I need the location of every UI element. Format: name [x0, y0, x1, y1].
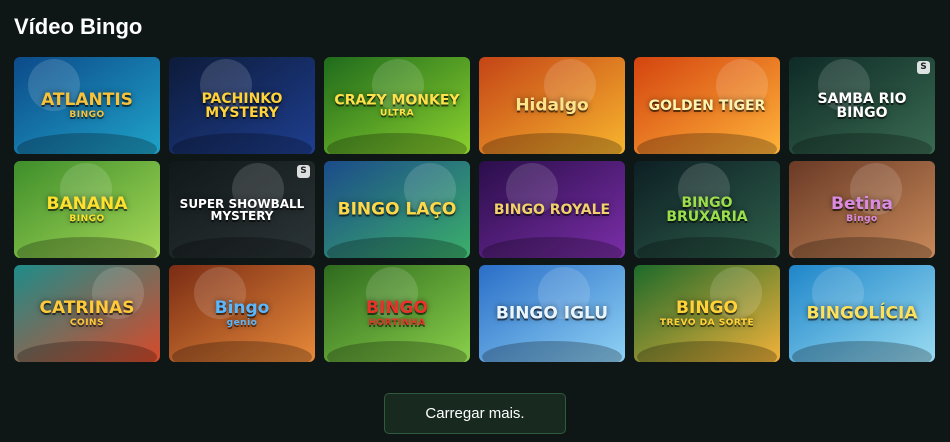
game-tile[interactable]: BINGOLÍCIA — [789, 265, 935, 362]
provider-badge-icon: S — [297, 165, 310, 178]
game-subtitle-text: BINGO — [69, 109, 105, 120]
game-title: BINGO HORTINHA — [324, 297, 470, 328]
game-title-text: Betina — [830, 193, 893, 214]
game-title-text: GOLDEN TIGER — [648, 97, 766, 114]
game-title-text: CRAZY MONKEY — [334, 92, 460, 108]
game-tile[interactable]: GOLDEN TIGER — [634, 57, 780, 154]
game-tile[interactable]: CATRINAS COINS — [14, 265, 160, 362]
provider-badge-icon: S — [917, 61, 930, 74]
game-tile[interactable]: PACHINKO MYSTERY — [169, 57, 315, 154]
game-subtitle-text: genio — [226, 317, 258, 328]
game-title: Bingo genio — [169, 297, 315, 328]
game-tile[interactable]: ATLANTIS BINGO — [14, 57, 160, 154]
game-tile[interactable]: BINGO BRUXARIA — [634, 161, 780, 258]
game-tile[interactable]: SAMBA RIO BINGO S — [789, 57, 935, 154]
game-tile[interactable]: BINGO LAÇO — [324, 161, 470, 258]
game-title: BINGO TREVO DA SORTE — [634, 297, 780, 328]
game-tile[interactable]: BINGO HORTINHA — [324, 265, 470, 362]
game-tile[interactable]: BINGO IGLU — [479, 265, 625, 362]
game-title: BINGOLÍCIA — [789, 305, 935, 322]
game-title: CRAZY MONKEY ULTRA — [324, 93, 470, 118]
game-title-text: SUPER SHOWBALL MYSTERY — [179, 196, 305, 223]
game-grid: ATLANTIS BINGO PACHINKO MYSTERY CRAZY MONKE… — [14, 57, 935, 362]
game-title: SUPER SHOWBALL MYSTERY — [169, 198, 315, 222]
game-title-text: Bingo — [214, 297, 270, 318]
game-title: BINGO BRUXARIA — [634, 196, 780, 224]
game-subtitle-text: ULTRA — [379, 108, 415, 118]
game-tile[interactable]: BINGO ROYALE — [479, 161, 625, 258]
game-title-text: BINGO BRUXARIA — [666, 194, 748, 225]
game-subtitle-text: TREVO DA SORTE — [659, 317, 755, 328]
game-title: PACHINKO MYSTERY — [169, 92, 315, 120]
game-title: ATLANTIS BINGO — [14, 89, 160, 120]
load-more-button[interactable]: Carregar mais. — [384, 393, 566, 434]
game-title-text: BANANA — [46, 193, 128, 214]
game-tile[interactable]: BANANA BINGO — [14, 161, 160, 258]
game-title: BINGO IGLU — [479, 305, 625, 322]
game-title-text: SAMBA RIO BINGO — [817, 90, 907, 121]
game-title-text: BINGO — [676, 297, 738, 318]
game-title-text: BINGO IGLU — [495, 303, 609, 323]
game-title: SAMBA RIO BINGO — [789, 92, 935, 120]
game-title-text: BINGOLÍCIA — [806, 303, 918, 323]
game-title-text: Hidalgo — [515, 95, 589, 115]
game-title: CATRINAS COINS — [14, 297, 160, 328]
game-tile[interactable]: CRAZY MONKEY ULTRA — [324, 57, 470, 154]
game-tile[interactable]: BINGO TREVO DA SORTE — [634, 265, 780, 362]
game-title: BINGO LAÇO — [324, 201, 470, 218]
game-title: Hidalgo — [479, 97, 625, 114]
section-title: Vídeo Bingo — [14, 14, 143, 39]
game-tile[interactable]: SUPER SHOWBALL MYSTERY S — [169, 161, 315, 258]
game-title-text: PACHINKO MYSTERY — [201, 90, 283, 121]
game-subtitle-text: HORTINHA — [368, 317, 426, 328]
game-subtitle-text: COINS — [69, 317, 105, 328]
game-title: GOLDEN TIGER — [634, 99, 780, 113]
game-title: BANANA BINGO — [14, 193, 160, 224]
game-title: Betina Bingo — [789, 193, 935, 224]
game-title-text: BINGO LAÇO — [337, 199, 457, 219]
game-tile[interactable]: Hidalgo — [479, 57, 625, 154]
game-tile[interactable]: Bingo genio — [169, 265, 315, 362]
game-subtitle-text: Bingo — [846, 213, 878, 224]
game-title-text: BINGO ROYALE — [493, 201, 611, 218]
game-subtitle-text: BINGO — [69, 213, 105, 224]
game-title: BINGO ROYALE — [479, 203, 625, 217]
game-title-text: BINGO — [366, 297, 428, 318]
game-title-text: CATRINAS — [39, 297, 135, 318]
game-tile[interactable]: Betina Bingo — [789, 161, 935, 258]
game-title-text: ATLANTIS — [41, 89, 133, 110]
